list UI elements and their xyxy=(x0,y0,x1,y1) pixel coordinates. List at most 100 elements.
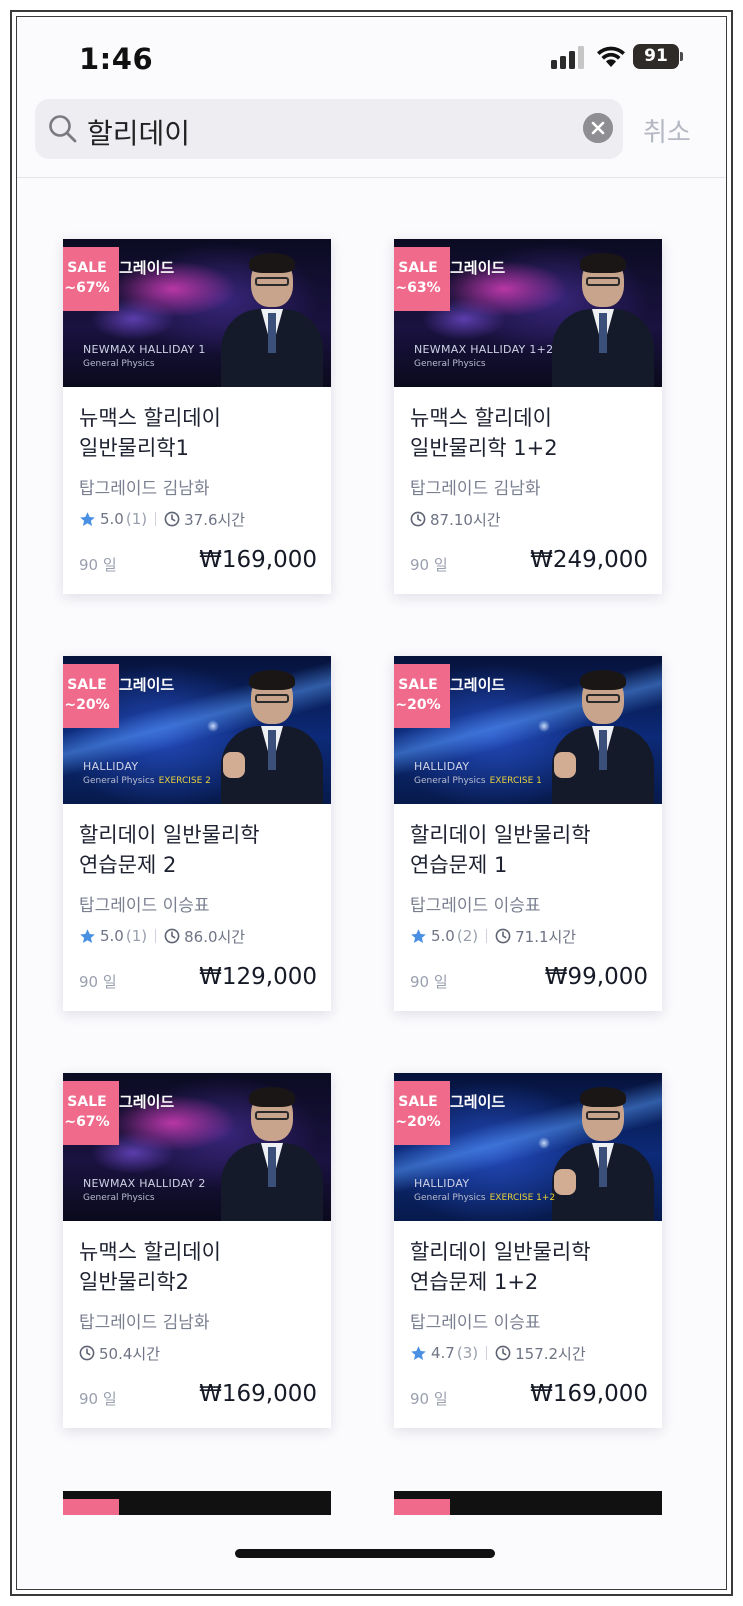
course-card-partial[interactable] xyxy=(394,1491,662,1515)
course-card[interactable]: 그레이드 HALLIDAY General Physics EXERCISE 1+… xyxy=(394,1073,662,1428)
course-meta: 50.4시간 xyxy=(79,1343,160,1363)
sale-badge: SALE ~63% xyxy=(394,247,450,311)
meta-separator xyxy=(486,1346,488,1360)
instructor-photo xyxy=(550,1087,656,1221)
course-price: ₩169,000 xyxy=(199,1381,317,1407)
clock-icon xyxy=(410,511,426,527)
course-card[interactable]: 그레이드 HALLIDAY General Physics EXERCISE 2 … xyxy=(63,656,331,1011)
course-price: ₩99,000 xyxy=(544,964,648,990)
thumbnail-course-subtitle: General Physics EXERCISE 2 xyxy=(83,776,211,786)
course-title: 할리데이 일반물리학 연습문제 1+2 xyxy=(410,1240,591,1294)
course-duration: 50.4시간 xyxy=(99,1344,160,1363)
course-instructor: 탑그레이드 이승표 xyxy=(410,1313,541,1333)
meta-separator xyxy=(486,929,488,943)
rating-group: 4.7 (3) xyxy=(410,1344,495,1362)
thumbnail-course-subtitle: General Physics EXERCISE 1 xyxy=(414,776,542,786)
thumbnail-course-title: NEWMAX HALLIDAY 2 xyxy=(83,1177,206,1190)
star-icon xyxy=(411,1345,426,1360)
instructor-photo xyxy=(219,253,325,387)
thumbnail-exercise-label: EXERCISE 2 xyxy=(158,776,211,786)
thumbnail-course-title: HALLIDAY xyxy=(414,1177,470,1190)
course-duration: 87.10시간 xyxy=(430,510,501,529)
instructor-photo xyxy=(550,253,656,387)
course-period: 90 일 xyxy=(410,556,448,574)
course-card[interactable]: 그레이드 NEWMAX HALLIDAY 2 General Physics S… xyxy=(63,1073,331,1428)
rating-count: (2) xyxy=(456,927,479,945)
course-grid: 그레이드 NEWMAX HALLIDAY 1 General Physics S… xyxy=(17,17,725,1588)
course-card[interactable]: 그레이드 NEWMAX HALLIDAY 1+2 General Physics… xyxy=(394,239,662,594)
course-thumbnail: 그레이드 HALLIDAY General Physics EXERCISE 2 … xyxy=(63,656,331,804)
thumbnail-course-subtitle: General Physics EXERCISE 1+2 xyxy=(414,1193,556,1203)
meta-separator xyxy=(155,512,157,526)
course-instructor: 탑그레이드 이승표 xyxy=(410,896,541,916)
instructor-photo xyxy=(550,670,656,804)
clock-icon xyxy=(164,511,180,527)
course-thumbnail: 그레이드 NEWMAX HALLIDAY 1+2 General Physics… xyxy=(394,239,662,387)
star-icon xyxy=(411,928,426,943)
home-indicator xyxy=(235,1549,495,1558)
sale-badge: SALE ~67% xyxy=(63,1081,119,1145)
brand-label: 그레이드 xyxy=(119,1093,175,1111)
course-title: 뉴맥스 할리데이 일반물리학 1+2 xyxy=(410,406,558,460)
meta-separator xyxy=(155,929,157,943)
course-price: ₩169,000 xyxy=(199,547,317,573)
thumbnail-course-title: NEWMAX HALLIDAY 1 xyxy=(83,343,206,356)
course-duration: 71.1시간 xyxy=(515,927,577,946)
course-meta: 87.10시간 xyxy=(410,509,501,529)
rating-value: 5.0 xyxy=(100,927,124,945)
app-screen: 1:46 91 할리데이 취소 그레이드 NEWMAX HALLIDAY 1 G… xyxy=(17,17,726,1588)
course-period: 90 일 xyxy=(79,973,117,991)
rating-count: (3) xyxy=(456,1344,479,1362)
course-instructor: 탑그레이드 이승표 xyxy=(79,896,210,916)
instructor-photo xyxy=(219,1087,325,1221)
course-thumbnail: 그레이드 HALLIDAY General Physics EXERCISE 1+… xyxy=(394,1073,662,1221)
rating-group: 5.0 (2) xyxy=(410,927,495,945)
thumbnail-course-subtitle: General Physics xyxy=(83,1193,155,1203)
device-frame-inner: 1:46 91 할리데이 취소 그레이드 NEWMAX HALLIDAY 1 G… xyxy=(16,16,727,1590)
course-title: 뉴맥스 할리데이 일반물리학1 xyxy=(79,406,221,460)
course-price: ₩249,000 xyxy=(530,547,648,573)
rating-value: 5.0 xyxy=(431,927,455,945)
sale-badge: SALE ~20% xyxy=(63,664,119,728)
course-meta: 5.0 (1) 86.0시간 xyxy=(79,926,245,946)
rating-group: 5.0 (1) xyxy=(79,927,164,945)
thumbnail-exercise-label: EXERCISE 1 xyxy=(489,776,542,786)
course-card[interactable]: 그레이드 NEWMAX HALLIDAY 1 General Physics S… xyxy=(63,239,331,594)
course-thumbnail: 그레이드 HALLIDAY General Physics EXERCISE 1 … xyxy=(394,656,662,804)
rating-group: 5.0 (1) xyxy=(79,510,164,528)
brand-label: 그레이드 xyxy=(119,676,175,694)
course-thumbnail: 그레이드 NEWMAX HALLIDAY 2 General Physics S… xyxy=(63,1073,331,1221)
course-period: 90 일 xyxy=(79,1390,117,1408)
thumbnail-course-subtitle: General Physics xyxy=(83,359,155,369)
course-card[interactable]: 그레이드 HALLIDAY General Physics EXERCISE 1 … xyxy=(394,656,662,1011)
course-instructor: 탑그레이드 김남화 xyxy=(79,1313,210,1333)
brand-label: 그레이드 xyxy=(450,676,506,694)
brand-label: 그레이드 xyxy=(119,259,175,277)
course-meta: 5.0 (2) 71.1시간 xyxy=(410,926,576,946)
star-icon xyxy=(80,928,95,943)
thumbnail-course-title: NEWMAX HALLIDAY 1+2 xyxy=(414,343,554,356)
course-meta: 5.0 (1) 37.6시간 xyxy=(79,509,245,529)
rating-count: (1) xyxy=(125,927,148,945)
rating-count: (1) xyxy=(125,510,148,528)
thumbnail-exercise-label: EXERCISE 1+2 xyxy=(489,1193,556,1203)
clock-icon xyxy=(495,928,511,944)
thumbnail-course-title: HALLIDAY xyxy=(83,760,139,773)
clock-icon xyxy=(79,1345,95,1361)
brand-label: 그레이드 xyxy=(450,1093,506,1111)
course-duration: 157.2시간 xyxy=(515,1344,586,1363)
instructor-photo xyxy=(219,670,325,804)
course-period: 90 일 xyxy=(79,556,117,574)
course-instructor: 탑그레이드 김남화 xyxy=(410,479,541,499)
course-price: ₩169,000 xyxy=(530,1381,648,1407)
course-title: 할리데이 일반물리학 연습문제 1 xyxy=(410,823,591,877)
course-card-partial[interactable] xyxy=(63,1491,331,1515)
rating-value: 4.7 xyxy=(431,1344,455,1362)
course-instructor: 탑그레이드 김남화 xyxy=(79,479,210,499)
rating-value: 5.0 xyxy=(100,510,124,528)
sale-badge: SALE ~20% xyxy=(394,1081,450,1145)
course-duration: 37.6시간 xyxy=(184,510,246,529)
course-meta: 4.7 (3) 157.2시간 xyxy=(410,1343,586,1363)
sale-badge: SALE ~67% xyxy=(63,247,119,311)
clock-icon xyxy=(495,1345,511,1361)
